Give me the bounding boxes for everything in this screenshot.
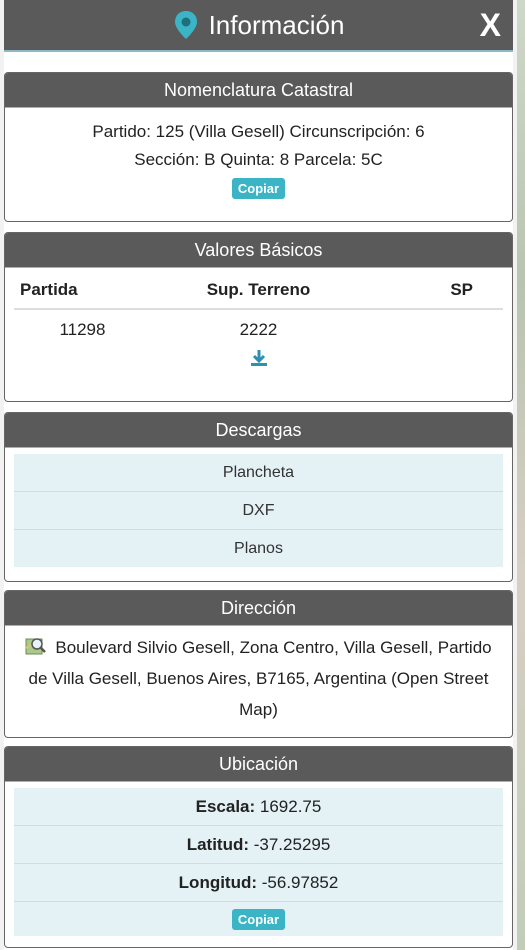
column-header-partida: Partida	[14, 270, 151, 310]
direccion-card: Dirección Boulevard Silvio Gesell, Zona …	[4, 590, 513, 738]
download-planos[interactable]: Planos	[14, 530, 503, 567]
longitud-label: Longitud:	[178, 873, 258, 892]
map-background-strip	[517, 0, 525, 950]
valores-basicos-card: Valores Básicos Partida Sup. Terreno SP …	[4, 232, 513, 402]
ubicacion-header: Ubicación	[5, 747, 512, 782]
close-button[interactable]: X	[480, 6, 501, 44]
cell-partida: 11298	[59, 320, 106, 339]
table-row: 11298 2222	[14, 309, 503, 342]
longitud-row: Longitud: -56.97852	[14, 864, 503, 902]
latitud-row: Latitud: -37.25295	[14, 826, 503, 864]
latitud-label: Latitud:	[186, 835, 250, 854]
copy-ubicacion-button[interactable]: Copiar	[231, 909, 286, 930]
longitud-value: -56.97852	[257, 873, 339, 892]
descargas-header: Descargas	[5, 413, 512, 448]
map-pin-icon	[174, 11, 197, 39]
valores-table-header: Partida Sup. Terreno SP	[14, 270, 503, 310]
column-header-sp: SP	[366, 270, 503, 310]
map-search-icon[interactable]	[25, 636, 47, 656]
escala-label: Escala:	[195, 797, 256, 816]
copy-row: Copiar	[14, 902, 503, 936]
nomenclatura-line-2: Sección: B Quinta: 8 Parcela: 5C	[134, 150, 383, 169]
address-text-block: Boulevard Silvio Gesell, Zona Centro, Vi…	[21, 632, 496, 725]
copy-nomenclatura-button[interactable]: Copiar	[231, 178, 286, 199]
cell-sup-terreno: 2222	[239, 320, 278, 339]
escala-row: Escala: 1692.75	[14, 788, 503, 826]
ubicacion-card: Ubicación Escala: 1692.75 Latitud: -37.2…	[4, 746, 513, 948]
nomenclatura-line-1: Partido: 125 (Villa Gesell) Circunscripc…	[92, 122, 425, 141]
column-header-sup-terreno: Sup. Terreno	[150, 270, 367, 310]
download-dxf[interactable]: DXF	[14, 492, 503, 530]
panel-header: Información X	[4, 0, 513, 52]
info-panel: Información X Nomenclatura Catastral Par…	[4, 0, 513, 950]
panel-title: Información	[208, 9, 345, 40]
escala-value: 1692.75	[255, 797, 322, 816]
download-plancheta[interactable]: Plancheta	[14, 454, 503, 492]
nomenclatura-header: Nomenclatura Catastral	[5, 73, 512, 108]
cell-sp	[366, 309, 503, 342]
descargas-card: Descargas Plancheta DXF Planos	[4, 412, 513, 582]
valores-table: Partida Sup. Terreno SP 11298 2222	[14, 270, 503, 342]
download-icon[interactable]	[249, 348, 269, 368]
address-text: Boulevard Silvio Gesell, Zona Centro, Vi…	[28, 638, 492, 719]
valores-header: Valores Básicos	[5, 233, 512, 268]
latitud-value: -37.25295	[249, 835, 331, 854]
direccion-header: Dirección	[5, 591, 512, 626]
nomenclatura-card: Nomenclatura Catastral Partido: 125 (Vil…	[4, 72, 513, 222]
